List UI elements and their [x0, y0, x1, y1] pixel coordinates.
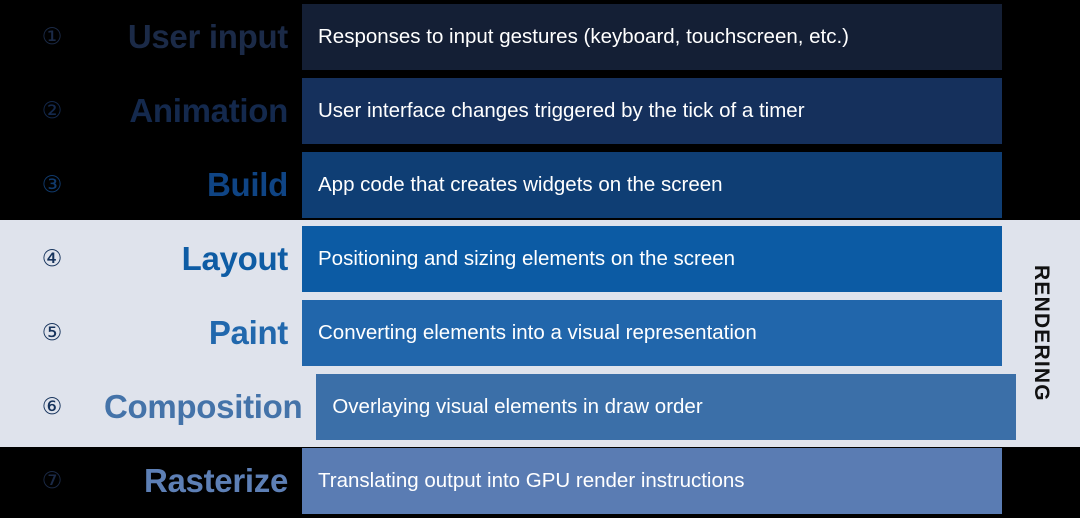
step-number-6: ⑥	[41, 393, 63, 420]
pipeline-row: ⑦ Rasterize Translating output into GPU …	[0, 444, 1080, 518]
row-tail	[1002, 0, 1080, 74]
stage-label-composition: Composition	[104, 388, 303, 425]
stage-description-animation: User interface changes triggered by the …	[302, 78, 1002, 144]
step-number-3: ③	[41, 171, 63, 198]
pipeline-row: ⑥ Composition Overlaying visual elements…	[0, 370, 1080, 444]
stage-description-user-input: Responses to input gestures (keyboard, t…	[302, 4, 1002, 70]
stage-label-build: Build	[207, 166, 288, 203]
step-number-5: ⑤	[41, 319, 63, 346]
stage-description-rasterize: Translating output into GPU render instr…	[302, 448, 1002, 514]
rendering-pipeline-diagram: ① User input Responses to input gestures…	[0, 0, 1080, 518]
stage-description-layout: Positioning and sizing elements on the s…	[302, 226, 1002, 292]
row-tail	[1002, 74, 1080, 148]
stage-label-rasterize: Rasterize	[143, 462, 288, 499]
row-tail	[1002, 296, 1080, 370]
pipeline-row: ② Animation User interface changes trigg…	[0, 74, 1080, 148]
step-number-7: ⑦	[41, 467, 63, 494]
pipeline-row: ① User input Responses to input gestures…	[0, 0, 1080, 74]
row-tail	[1016, 370, 1080, 444]
row-tail	[1002, 222, 1080, 296]
step-number-1: ①	[41, 23, 63, 50]
step-number-2: ②	[41, 97, 63, 124]
stage-label-layout: Layout	[181, 240, 289, 277]
pipeline-row: ④ Layout Positioning and sizing elements…	[0, 222, 1080, 296]
row-tail	[1002, 444, 1080, 518]
stage-label-animation: Animation	[129, 92, 288, 129]
row-tail	[1002, 148, 1080, 222]
step-number-4: ④	[41, 245, 63, 272]
stage-description-composition: Overlaying visual elements in draw order	[316, 374, 1017, 440]
stage-description-paint: Converting elements into a visual repres…	[302, 300, 1002, 366]
stage-label-paint: Paint	[208, 314, 288, 351]
pipeline-rows: ① User input Responses to input gestures…	[0, 0, 1080, 518]
pipeline-row: ⑤ Paint Converting elements into a visua…	[0, 296, 1080, 370]
stage-description-build: App code that creates widgets on the scr…	[302, 152, 1002, 218]
pipeline-row: ③ Build App code that creates widgets on…	[0, 148, 1080, 222]
stage-label-user-input: User input	[127, 18, 288, 55]
